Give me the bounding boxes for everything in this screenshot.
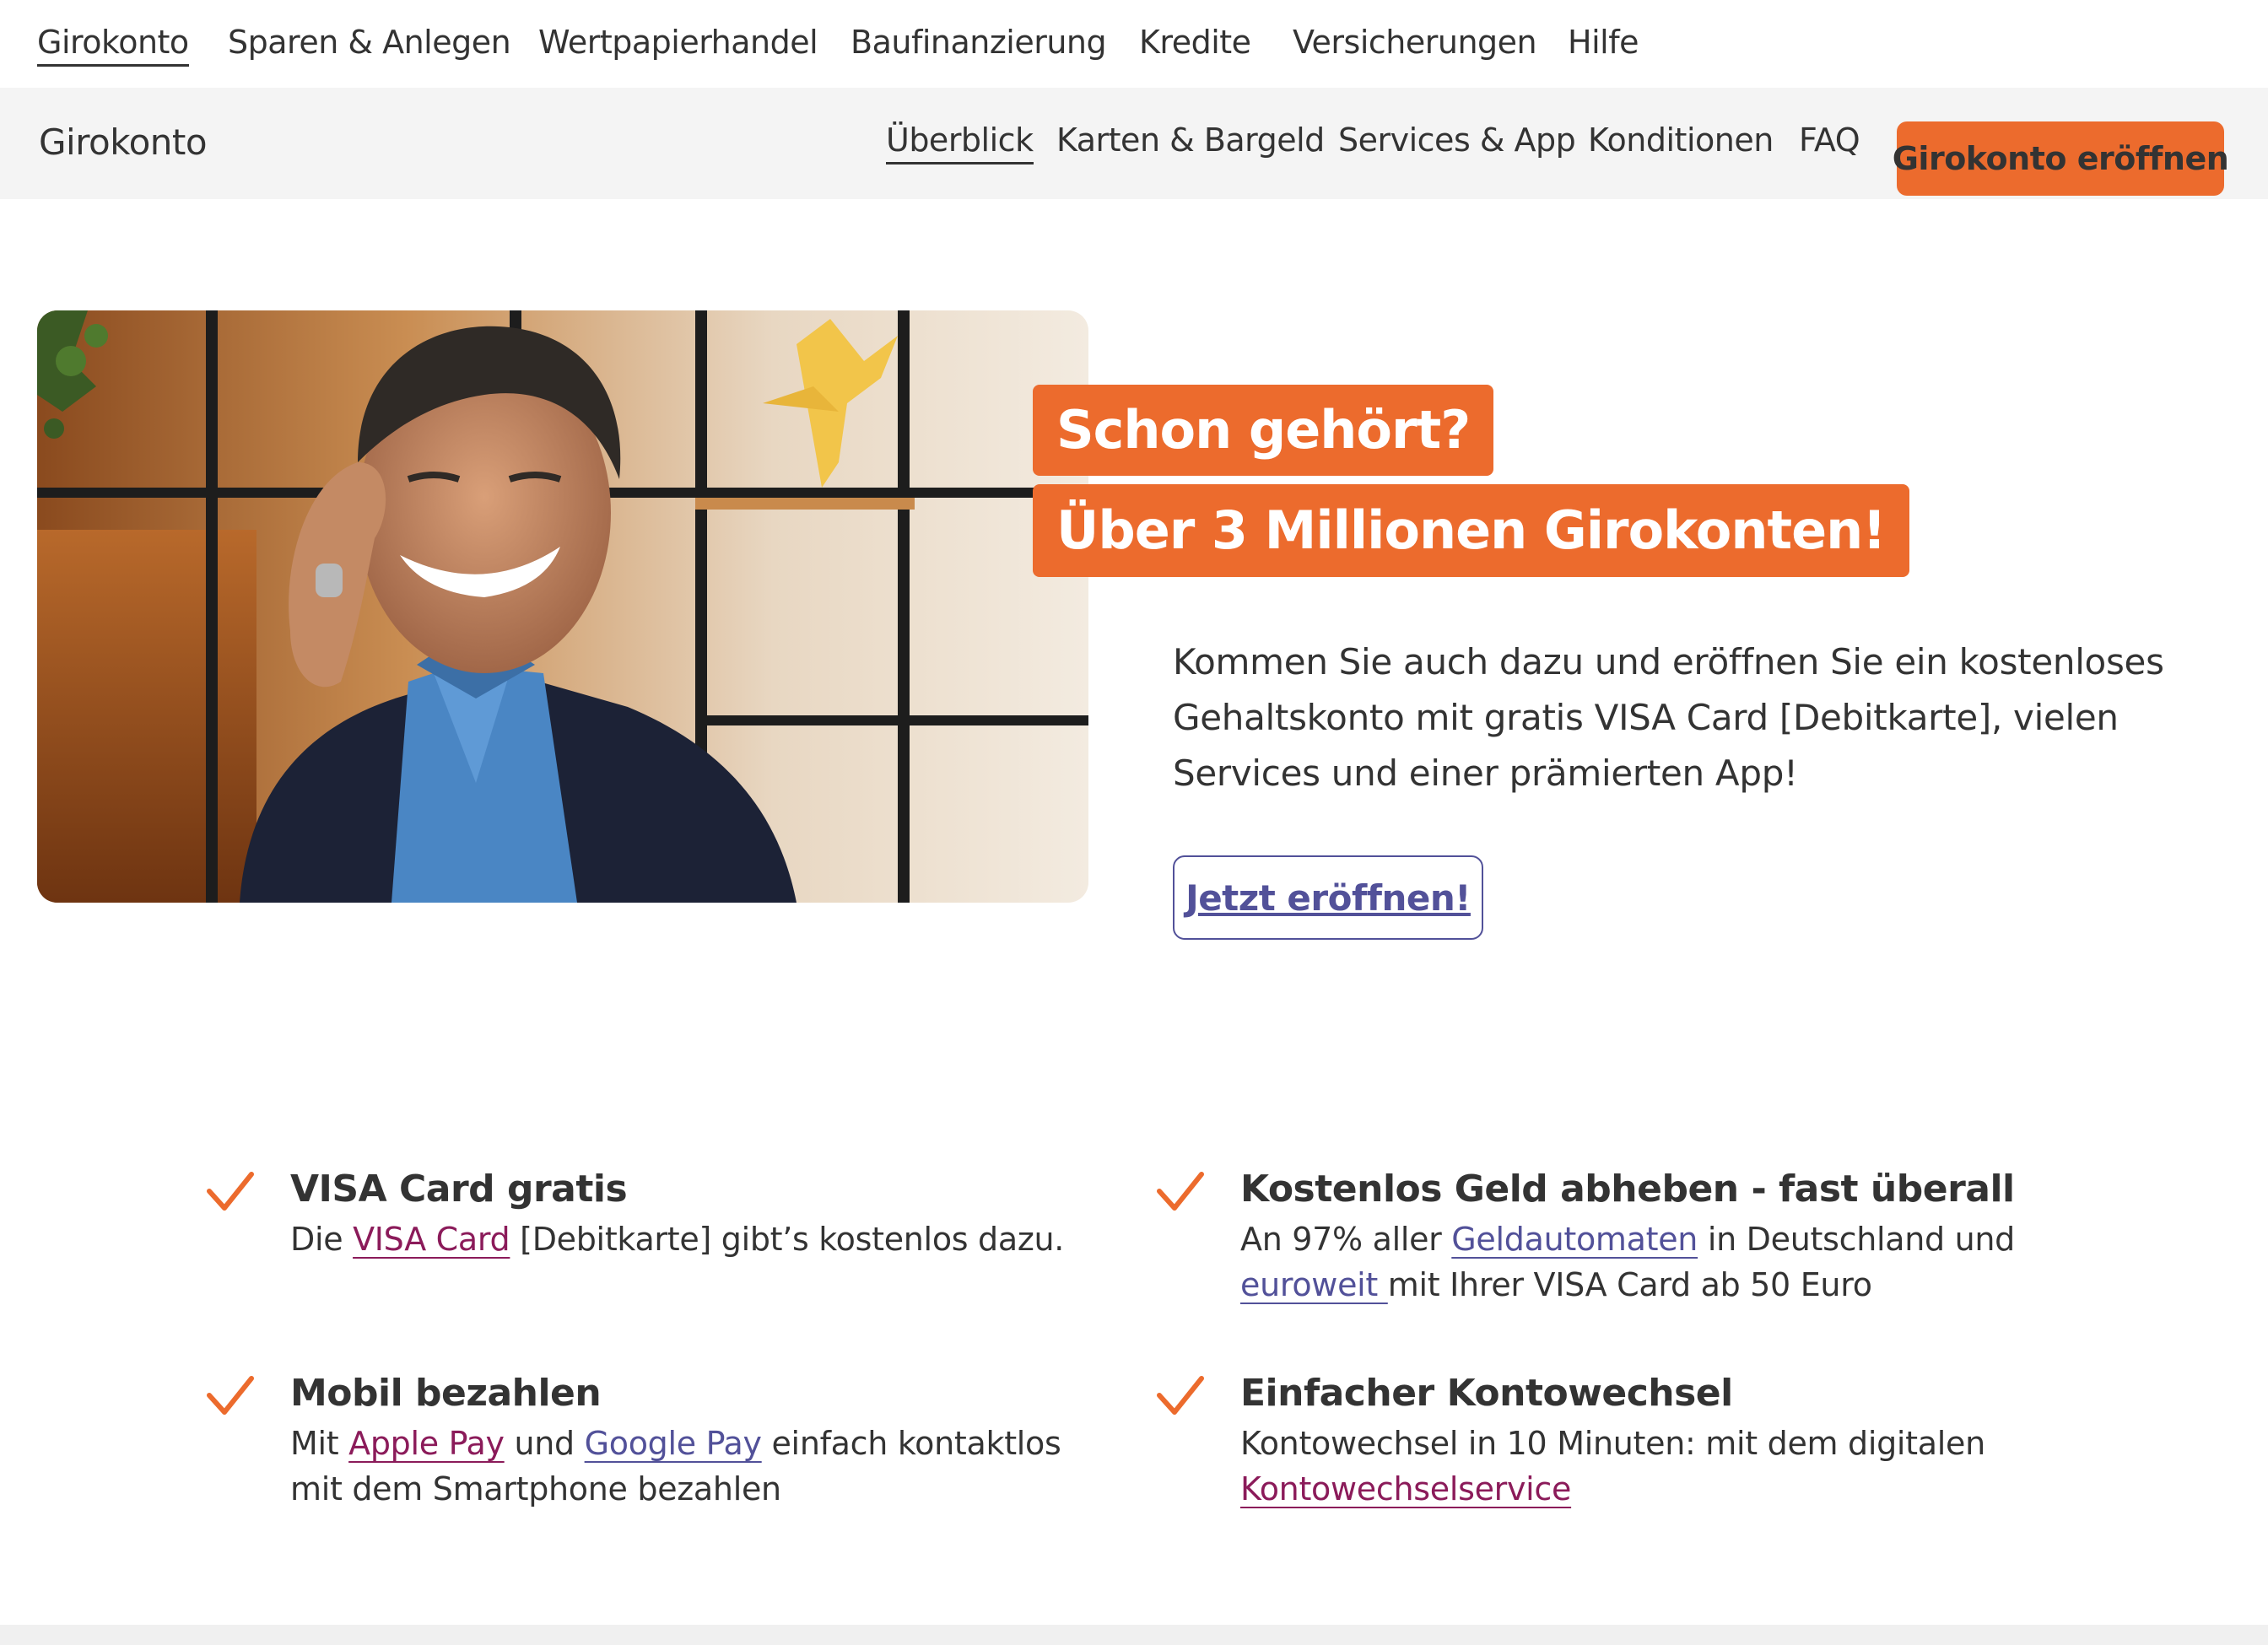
visa-card-link[interactable]: VISA Card bbox=[353, 1221, 510, 1258]
hero-description: Kommen Sie auch dazu und eröffnen Sie ei… bbox=[1173, 641, 2164, 794]
headline-tag-1: Schon gehört? bbox=[1033, 385, 1494, 476]
feature-geld-abheben: Kostenlos Geld abheben - fast überall An… bbox=[1156, 1168, 2211, 1319]
check-icon bbox=[1157, 1376, 1204, 1415]
subnav-item-faq[interactable]: FAQ bbox=[1799, 121, 1860, 159]
sub-navigation: Girokonto Überblick Karten & Bargeld Ser… bbox=[0, 88, 2268, 199]
topnav-item-wertpapierhandel[interactable]: Wertpapierhandel bbox=[538, 24, 818, 61]
google-pay-link[interactable]: Google Pay bbox=[585, 1425, 762, 1462]
headline-tag-2: Über 3 Millionen Girokonten! bbox=[1033, 484, 1909, 577]
feature-visa-card: VISA Card gratis Die VISA Card [Debitkar… bbox=[206, 1168, 1134, 1269]
euroweit-link[interactable]: euroweit bbox=[1240, 1266, 1388, 1303]
feature-kontowechsel: Einfacher Kontowechsel Kontowechsel in 1… bbox=[1156, 1372, 2211, 1524]
girokonto-eroeffnen-button[interactable]: Girokonto eröffnen bbox=[1893, 121, 2229, 196]
footer-band bbox=[0, 1625, 2268, 1645]
feature-title: Kostenlos Geld abheben - fast überall bbox=[1240, 1168, 2015, 1211]
topnav-item-versicherungen[interactable]: Versicherungen bbox=[1293, 24, 1537, 61]
kontowechselservice-link[interactable]: Kontowechselservice bbox=[1240, 1470, 1571, 1507]
apple-pay-link[interactable]: Apple Pay bbox=[348, 1425, 505, 1462]
subnav-item-karten-bargeld[interactable]: Karten & Bargeld bbox=[1056, 121, 1325, 159]
subnav-item-konditionen[interactable]: Konditionen bbox=[1588, 121, 1774, 159]
feature-text: Mit Apple Pay und Google Pay einfach kon… bbox=[290, 1425, 1061, 1507]
feature-text: An 97% aller Geldautomaten in Deutschlan… bbox=[1240, 1221, 2015, 1303]
topnav-item-kredite[interactable]: Kredite bbox=[1139, 24, 1251, 61]
subnav-item-services-app[interactable]: Services & App bbox=[1338, 121, 1576, 159]
feature-text: Die VISA Card [Debitkarte] gibt’s kosten… bbox=[290, 1221, 1065, 1258]
hero-image bbox=[37, 310, 1088, 903]
feature-title: Mobil bezahlen bbox=[290, 1372, 602, 1415]
jetzt-eroeffnen-button[interactable]: Jetzt eröffnen! bbox=[1173, 855, 1483, 940]
check-icon bbox=[207, 1172, 254, 1211]
subnav-title: Girokonto bbox=[39, 121, 208, 163]
top-navigation: Girokonto Sparen & Anlegen Wertpapierhan… bbox=[0, 0, 2268, 88]
feature-title: VISA Card gratis bbox=[290, 1168, 628, 1211]
feature-mobil-bezahlen: Mobil bezahlen Mit Apple Pay und Google … bbox=[206, 1372, 1134, 1524]
topnav-item-girokonto[interactable]: Girokonto bbox=[37, 24, 189, 67]
topnav-item-hilfe[interactable]: Hilfe bbox=[1568, 24, 1639, 61]
geldautomaten-link[interactable]: Geldautomaten bbox=[1451, 1221, 1698, 1258]
feature-title: Einfacher Kontowechsel bbox=[1240, 1372, 1733, 1415]
check-icon bbox=[1157, 1172, 1204, 1211]
topnav-item-sparen-anlegen[interactable]: Sparen & Anlegen bbox=[228, 24, 511, 61]
topnav-item-baufinanzierung[interactable]: Baufinanzierung bbox=[850, 24, 1107, 61]
feature-text: Kontowechsel in 10 Minuten: mit dem digi… bbox=[1240, 1425, 1985, 1507]
subnav-item-ueberblick[interactable]: Überblick bbox=[886, 121, 1034, 164]
check-icon bbox=[207, 1376, 254, 1415]
